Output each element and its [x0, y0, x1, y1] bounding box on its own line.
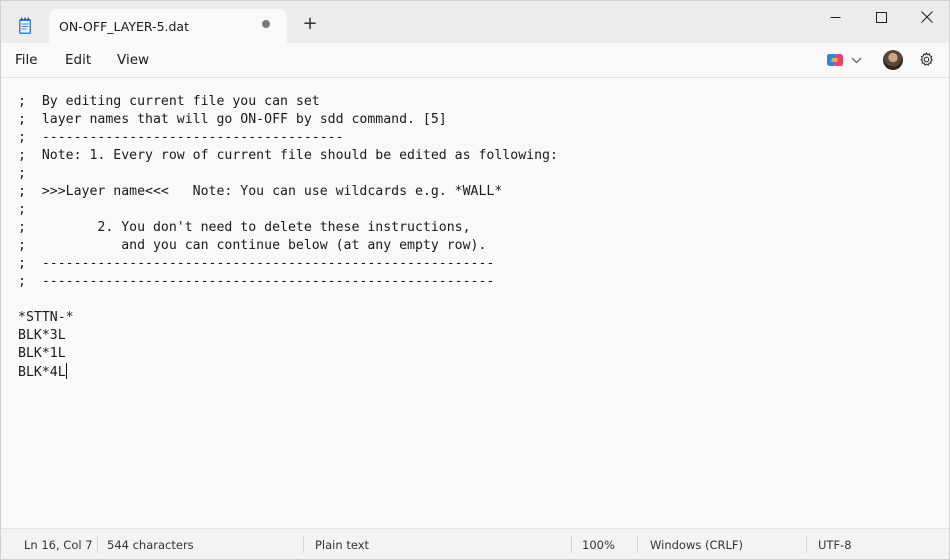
tab-title: ON-OFF_LAYER-5.dat	[59, 19, 189, 34]
status-bar: Ln 16, Col 7 544 characters Plain text 1…	[1, 528, 949, 559]
editor-line: ;	[18, 166, 26, 181]
encoding[interactable]: UTF-8	[818, 538, 852, 552]
editor-line: ; Note: 1. Every row of current file sho…	[18, 148, 558, 163]
gear-icon[interactable]	[918, 51, 935, 68]
text-caret	[65, 363, 67, 379]
editor-line: ; --------------------------------------…	[18, 256, 495, 271]
editor-line: ; >>>Layer name<<< Note: You can use wil…	[18, 184, 503, 199]
menu-file[interactable]: File	[15, 52, 38, 68]
title-bar[interactable]: ON-OFF_LAYER-5.dat +	[1, 1, 949, 43]
text-format[interactable]: Plain text	[315, 538, 369, 552]
status-divider	[806, 536, 807, 553]
line-ending[interactable]: Windows (CRLF)	[650, 538, 743, 552]
editor-line: ; --------------------------------------	[18, 130, 344, 145]
status-divider	[571, 536, 572, 553]
plus-icon[interactable]: +	[301, 15, 319, 33]
editor-line: *STTN-*	[18, 310, 74, 325]
character-count: 544 characters	[107, 538, 194, 552]
maximize-icon	[875, 11, 887, 23]
editor-line: ; 2. You don't need to delete these inst…	[18, 220, 471, 235]
menu-view[interactable]: View	[117, 52, 149, 68]
unsaved-dot-icon[interactable]	[262, 20, 270, 28]
document-tab[interactable]: ON-OFF_LAYER-5.dat	[49, 9, 287, 43]
editor-line: BLK*4L	[18, 365, 66, 380]
zoom-level[interactable]: 100%	[582, 538, 615, 552]
chevron-down-icon[interactable]	[851, 56, 862, 64]
notepad-icon	[19, 17, 31, 34]
status-divider	[303, 536, 304, 553]
notepad-window: ON-OFF_LAYER-5.dat + File Edit View ; By…	[0, 0, 950, 560]
close-icon	[921, 11, 933, 23]
cursor-position[interactable]: Ln 16, Col 7	[24, 538, 93, 552]
copilot-icon[interactable]	[826, 52, 844, 68]
status-divider	[637, 536, 638, 553]
text-editor[interactable]: ; By editing current file you can set ; …	[1, 77, 949, 527]
editor-line: ; By editing current file you can set	[18, 94, 320, 109]
editor-line: BLK*1L	[18, 346, 66, 361]
editor-line: ;	[18, 202, 26, 217]
editor-line: BLK*3L	[18, 328, 66, 343]
status-divider	[97, 536, 98, 553]
menu-bar: File Edit View	[1, 43, 949, 77]
editor-content[interactable]: ; By editing current file you can set ; …	[18, 93, 558, 382]
minimize-icon	[830, 16, 840, 18]
close-button[interactable]	[904, 1, 950, 33]
avatar[interactable]	[883, 50, 903, 70]
maximize-button[interactable]	[858, 1, 904, 33]
editor-line: ; and you can continue below (at any emp…	[18, 238, 487, 253]
minimize-button[interactable]	[812, 1, 858, 33]
editor-line: ; --------------------------------------…	[18, 274, 495, 289]
editor-line: ; layer names that will go ON-OFF by sdd…	[18, 112, 447, 127]
menu-edit[interactable]: Edit	[65, 52, 91, 68]
